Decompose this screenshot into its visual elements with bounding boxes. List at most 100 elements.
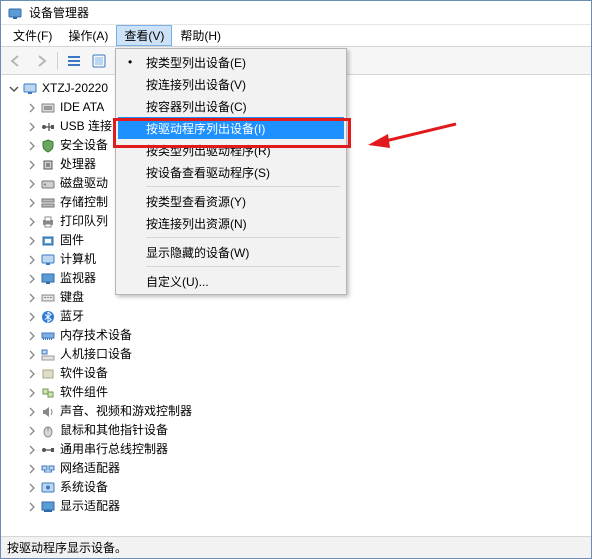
tree-item[interactable]: 系统设备 [3,478,589,497]
disk-icon [40,176,56,192]
tree-item-label: 显示适配器 [60,497,120,516]
usb-icon [40,119,56,135]
expander-closed-icon[interactable] [25,158,39,172]
expander-closed-icon[interactable] [25,367,39,381]
menuitem-label: 按连接列出资源(N) [146,215,247,232]
expander-closed-icon[interactable] [25,101,39,115]
menubar: 文件(F) 操作(A) 查看(V) 帮助(H) [1,25,591,47]
menu-help[interactable]: 帮助(H) [172,25,229,46]
refresh-button[interactable] [88,50,110,72]
cpu-icon [40,157,56,173]
menu-view[interactable]: 查看(V) [116,25,172,46]
tree-item-label: 存储控制 [60,193,108,212]
menuitem-devices-by-connection[interactable]: 按连接列出设备(V) [118,73,344,95]
menuitem-label: 按驱动程序列出设备(I) [146,120,265,137]
mouse-icon [40,423,56,439]
firmware-icon [40,233,56,249]
detail-view-button[interactable] [63,50,85,72]
expander-closed-icon[interactable] [25,139,39,153]
tree-item-label: 打印队列 [60,212,108,231]
menu-separator [146,266,340,267]
titlebar: 设备管理器 [1,1,591,25]
view-dropdown: • 按类型列出设备(E) 按连接列出设备(V) 按容器列出设备(C) 按驱动程序列… [115,48,347,295]
expander-closed-icon[interactable] [25,120,39,134]
menuitem-label: 按类型查看资源(Y) [146,193,246,210]
menuitem-label: 按设备查看驱动程序(S) [146,164,270,181]
expander-closed-icon[interactable] [25,329,39,343]
tree-item-label: 蓝牙 [60,307,84,326]
expander-closed-icon[interactable] [25,291,39,305]
tree-item[interactable]: 通用串行总线控制器 [3,440,589,459]
expander-closed-icon[interactable] [25,405,39,419]
tree-item-label: 软件设备 [60,364,108,383]
tree-item[interactable]: 内存技术设备 [3,326,589,345]
toolbar-separator [57,52,58,70]
tree-item[interactable]: 显示适配器 [3,497,589,516]
tree-item[interactable]: 蓝牙 [3,307,589,326]
window-title: 设备管理器 [29,4,89,21]
tree-item[interactable]: 网络适配器 [3,459,589,478]
expander-closed-icon[interactable] [25,196,39,210]
menu-separator [146,186,340,187]
app-icon [7,5,23,21]
menuitem-label: 按类型列出驱动程序(R) [146,142,271,159]
menuitem-drivers-by-type[interactable]: 按类型列出驱动程序(R) [118,139,344,161]
tree-item-label: 安全设备 [60,136,108,155]
expander-closed-icon[interactable] [25,481,39,495]
expander-closed-icon[interactable] [25,234,39,248]
menuitem-label: 自定义(U)... [146,273,209,290]
computer-icon [22,81,38,97]
menuitem-customize[interactable]: 自定义(U)... [118,270,344,292]
expander-closed-icon[interactable] [25,462,39,476]
device-manager-window: 设备管理器 文件(F) 操作(A) 查看(V) 帮助(H) ? [0,0,592,559]
nav-forward-button[interactable] [30,50,52,72]
tree-item-label: 声音、视频和游戏控制器 [60,402,192,421]
menuitem-resources-by-type[interactable]: 按类型查看资源(Y) [118,190,344,212]
tree-item[interactable]: 鼠标和其他指针设备 [3,421,589,440]
component-icon [40,385,56,401]
menuitem-show-hidden[interactable]: 显示隐藏的设备(W) [118,241,344,263]
expander-closed-icon[interactable] [25,215,39,229]
monitor-icon [40,271,56,287]
menuitem-label: 显示隐藏的设备(W) [146,244,249,261]
software-icon [40,366,56,382]
security-icon [40,138,56,154]
tree-item[interactable]: 软件设备 [3,364,589,383]
computer-icon [40,252,56,268]
display-icon [40,499,56,515]
bullet-icon: • [128,55,132,69]
tree-item-label: 固件 [60,231,84,250]
expander-open-icon[interactable] [7,82,21,96]
tree-root-label: XTZJ-20220 [42,79,108,98]
storage-ctrl-icon [40,195,56,211]
tree-item-label: 计算机 [60,250,96,269]
menuitem-devices-by-container[interactable]: 按容器列出设备(C) [118,95,344,117]
expander-closed-icon[interactable] [25,253,39,267]
tree-item[interactable]: 人机接口设备 [3,345,589,364]
audio-icon [40,404,56,420]
network-icon [40,461,56,477]
menu-action[interactable]: 操作(A) [60,25,116,46]
tree-item-label: 软件组件 [60,383,108,402]
menu-file[interactable]: 文件(F) [5,25,60,46]
expander-closed-icon[interactable] [25,348,39,362]
tree-item-label: 磁盘驱动 [60,174,108,193]
menuitem-label: 按类型列出设备(E) [146,54,246,71]
expander-closed-icon[interactable] [25,272,39,286]
menuitem-drivers-by-device[interactable]: 按设备查看驱动程序(S) [118,161,344,183]
tree-item[interactable]: 声音、视频和游戏控制器 [3,402,589,421]
expander-closed-icon[interactable] [25,177,39,191]
menuitem-devices-by-driver[interactable]: 按驱动程序列出设备(I) [118,117,344,139]
menuitem-devices-by-type[interactable]: • 按类型列出设备(E) [118,51,344,73]
expander-closed-icon[interactable] [25,310,39,324]
tree-item[interactable]: 软件组件 [3,383,589,402]
memory-icon [40,328,56,344]
expander-closed-icon[interactable] [25,443,39,457]
menuitem-resources-by-connection[interactable]: 按连接列出资源(N) [118,212,344,234]
tree-item-label: 网络适配器 [60,459,120,478]
expander-closed-icon[interactable] [25,500,39,514]
expander-closed-icon[interactable] [25,386,39,400]
expander-closed-icon[interactable] [25,424,39,438]
tree-item-label: IDE ATA [60,98,104,117]
nav-back-button[interactable] [5,50,27,72]
